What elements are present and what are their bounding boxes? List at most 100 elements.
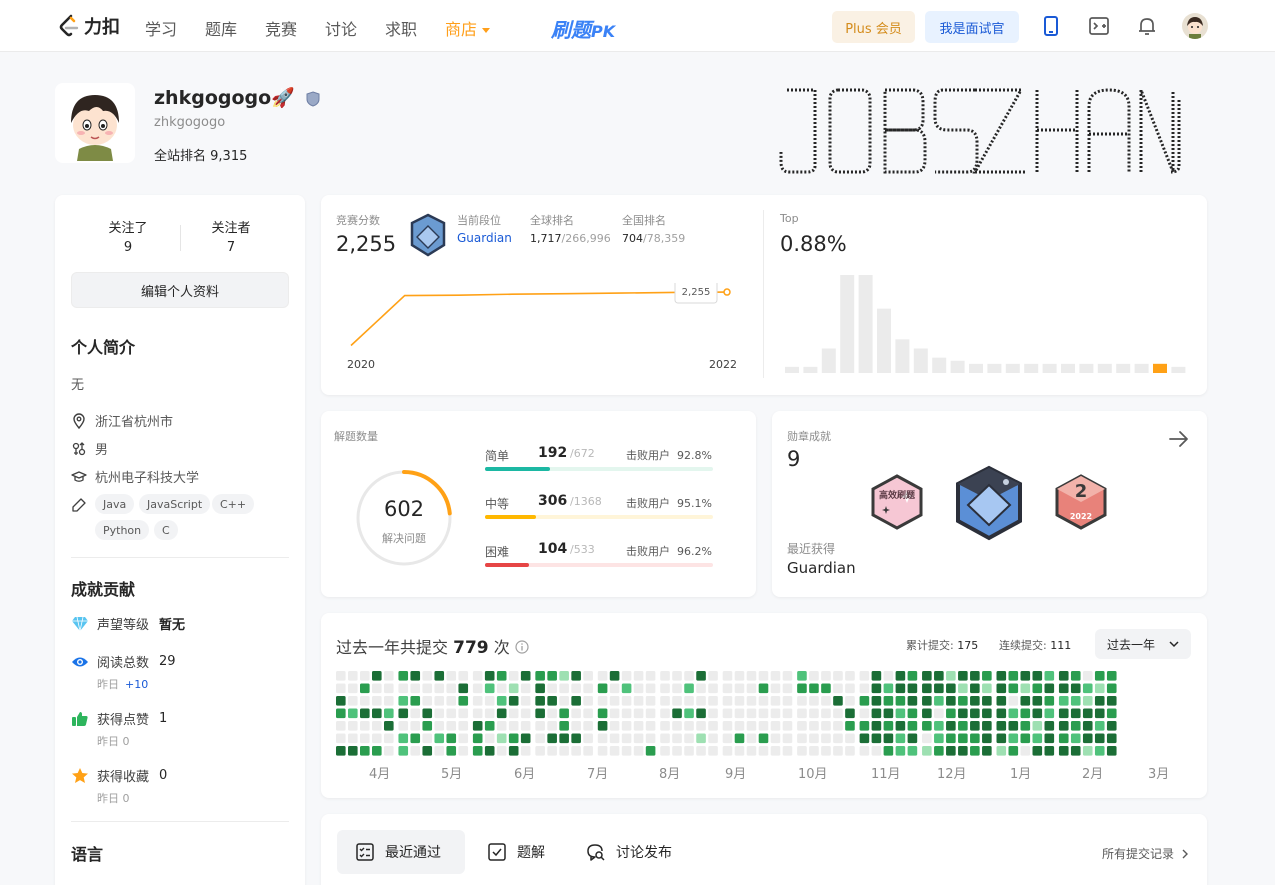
heatmap-cell[interactable] bbox=[883, 671, 894, 681]
nav-item-discuss[interactable]: 讨论 bbox=[325, 16, 357, 40]
heatmap-cell[interactable] bbox=[1020, 733, 1031, 744]
heatmap-cell[interactable] bbox=[484, 721, 495, 731]
tab-discussions[interactable]: 讨论发布 bbox=[568, 830, 690, 874]
heatmap-cell[interactable] bbox=[422, 671, 433, 681]
heatmap-cell[interactable] bbox=[696, 733, 706, 744]
heatmap-cell[interactable] bbox=[372, 696, 382, 706]
heatmap-cell[interactable] bbox=[484, 746, 495, 756]
heatmap-cell[interactable] bbox=[520, 696, 531, 706]
heatmap-cell[interactable] bbox=[372, 671, 382, 681]
heatmap-cell[interactable] bbox=[1106, 733, 1117, 744]
skill-tag[interactable]: Java bbox=[95, 494, 135, 514]
heatmap-cell[interactable] bbox=[722, 683, 733, 694]
heatmap-cell[interactable] bbox=[895, 721, 906, 731]
heatmap-cell[interactable] bbox=[597, 746, 608, 756]
heatmap-cell[interactable] bbox=[859, 683, 870, 694]
heatmap-cell[interactable] bbox=[982, 733, 992, 744]
heatmap-cell[interactable] bbox=[597, 733, 608, 744]
heatmap-cell[interactable] bbox=[446, 671, 457, 681]
heatmap-cell[interactable] bbox=[336, 683, 346, 694]
heatmap-cell[interactable] bbox=[722, 671, 733, 681]
heatmap-cell[interactable] bbox=[821, 708, 831, 719]
heatmap-cell[interactable] bbox=[809, 671, 819, 681]
heatmap-cell[interactable] bbox=[996, 721, 1007, 731]
heatmap-cell[interactable] bbox=[1082, 683, 1093, 694]
heatmap-cell[interactable] bbox=[336, 671, 346, 681]
heatmap-cell[interactable] bbox=[535, 708, 545, 719]
heatmap-cell[interactable] bbox=[895, 746, 906, 756]
heatmap-cell[interactable] bbox=[1082, 746, 1093, 756]
heatmap-cell[interactable] bbox=[348, 708, 358, 719]
heatmap-cell[interactable] bbox=[571, 671, 581, 681]
heatmap-cell[interactable] bbox=[871, 733, 882, 744]
heatmap-cell[interactable] bbox=[360, 683, 370, 694]
heatmap-cell[interactable] bbox=[859, 746, 870, 756]
heatmap-cell[interactable] bbox=[484, 683, 495, 694]
heatmap-cell[interactable] bbox=[398, 671, 409, 681]
heatmap-cell[interactable] bbox=[410, 708, 421, 719]
heatmap-cell[interactable] bbox=[1058, 721, 1069, 731]
user-avatar[interactable] bbox=[55, 83, 135, 163]
heatmap-cell[interactable] bbox=[696, 746, 706, 756]
heatmap-cell[interactable] bbox=[360, 733, 370, 744]
heatmap-cell[interactable] bbox=[895, 683, 906, 694]
heatmap-cell[interactable] bbox=[871, 721, 882, 731]
heatmap-cell[interactable] bbox=[520, 708, 531, 719]
heatmap-cell[interactable] bbox=[758, 733, 769, 744]
heatmap-cell[interactable] bbox=[621, 721, 632, 731]
heatmap-cell[interactable] bbox=[734, 671, 745, 681]
heatmap-cell[interactable] bbox=[934, 733, 944, 744]
heatmap-cell[interactable] bbox=[410, 721, 421, 731]
heatmap-cell[interactable] bbox=[907, 708, 918, 719]
heatmap-cell[interactable] bbox=[372, 721, 382, 731]
heatmap-cell[interactable] bbox=[410, 671, 421, 681]
heatmap-cell[interactable] bbox=[571, 733, 581, 744]
heatmap-cell[interactable] bbox=[360, 708, 370, 719]
heatmap-cell[interactable] bbox=[746, 733, 757, 744]
heatmap-cell[interactable] bbox=[696, 708, 706, 719]
heatmap-cell[interactable] bbox=[384, 733, 394, 744]
heatmap-cell[interactable] bbox=[708, 708, 718, 719]
heatmap-cell[interactable] bbox=[770, 721, 781, 731]
heatmap-cell[interactable] bbox=[535, 671, 545, 681]
heatmap-cell[interactable] bbox=[446, 733, 457, 744]
bell-icon[interactable] bbox=[1135, 14, 1159, 38]
heatmap-cell[interactable] bbox=[1082, 708, 1093, 719]
heatmap-cell[interactable] bbox=[434, 708, 445, 719]
heatmap-cell[interactable] bbox=[833, 671, 843, 681]
heatmap-cell[interactable] bbox=[684, 683, 694, 694]
heatmap-cell[interactable] bbox=[797, 708, 807, 719]
heatmap-cell[interactable] bbox=[1106, 683, 1117, 694]
heatmap-cell[interactable] bbox=[422, 708, 433, 719]
heatmap-cell[interactable] bbox=[982, 746, 992, 756]
heatmap-cell[interactable] bbox=[336, 721, 346, 731]
heatmap-cell[interactable] bbox=[559, 733, 569, 744]
heatmap-cell[interactable] bbox=[633, 671, 644, 681]
heatmap-cell[interactable] bbox=[360, 696, 370, 706]
heatmap-cell[interactable] bbox=[446, 746, 457, 756]
nav-item-store[interactable]: 商店 bbox=[445, 16, 491, 40]
heatmap-cell[interactable] bbox=[770, 708, 781, 719]
heatmap-cell[interactable] bbox=[1070, 733, 1081, 744]
heatmap-cell[interactable] bbox=[782, 746, 793, 756]
heatmap-cell[interactable] bbox=[496, 696, 507, 706]
heatmap-cell[interactable] bbox=[583, 733, 593, 744]
heatmap-cell[interactable] bbox=[922, 708, 932, 719]
heatmap-cell[interactable] bbox=[398, 708, 409, 719]
heatmap-cell[interactable] bbox=[758, 708, 769, 719]
heatmap-cell[interactable] bbox=[1082, 671, 1093, 681]
heatmap-cell[interactable] bbox=[696, 671, 706, 681]
heatmap-cell[interactable] bbox=[859, 671, 870, 681]
heatmap-cell[interactable] bbox=[1020, 683, 1031, 694]
heatmap-cell[interactable] bbox=[982, 708, 992, 719]
heatmap-cell[interactable] bbox=[360, 721, 370, 731]
heatmap-cell[interactable] bbox=[907, 721, 918, 731]
heatmap-cell[interactable] bbox=[708, 696, 718, 706]
heatmap-cell[interactable] bbox=[1020, 696, 1031, 706]
heatmap-cell[interactable] bbox=[746, 671, 757, 681]
heatmap-cell[interactable] bbox=[946, 746, 956, 756]
heatmap-cell[interactable] bbox=[758, 683, 769, 694]
heatmap-cell[interactable] bbox=[1008, 733, 1019, 744]
heatmap-cell[interactable] bbox=[895, 733, 906, 744]
heatmap-cell[interactable] bbox=[633, 708, 644, 719]
